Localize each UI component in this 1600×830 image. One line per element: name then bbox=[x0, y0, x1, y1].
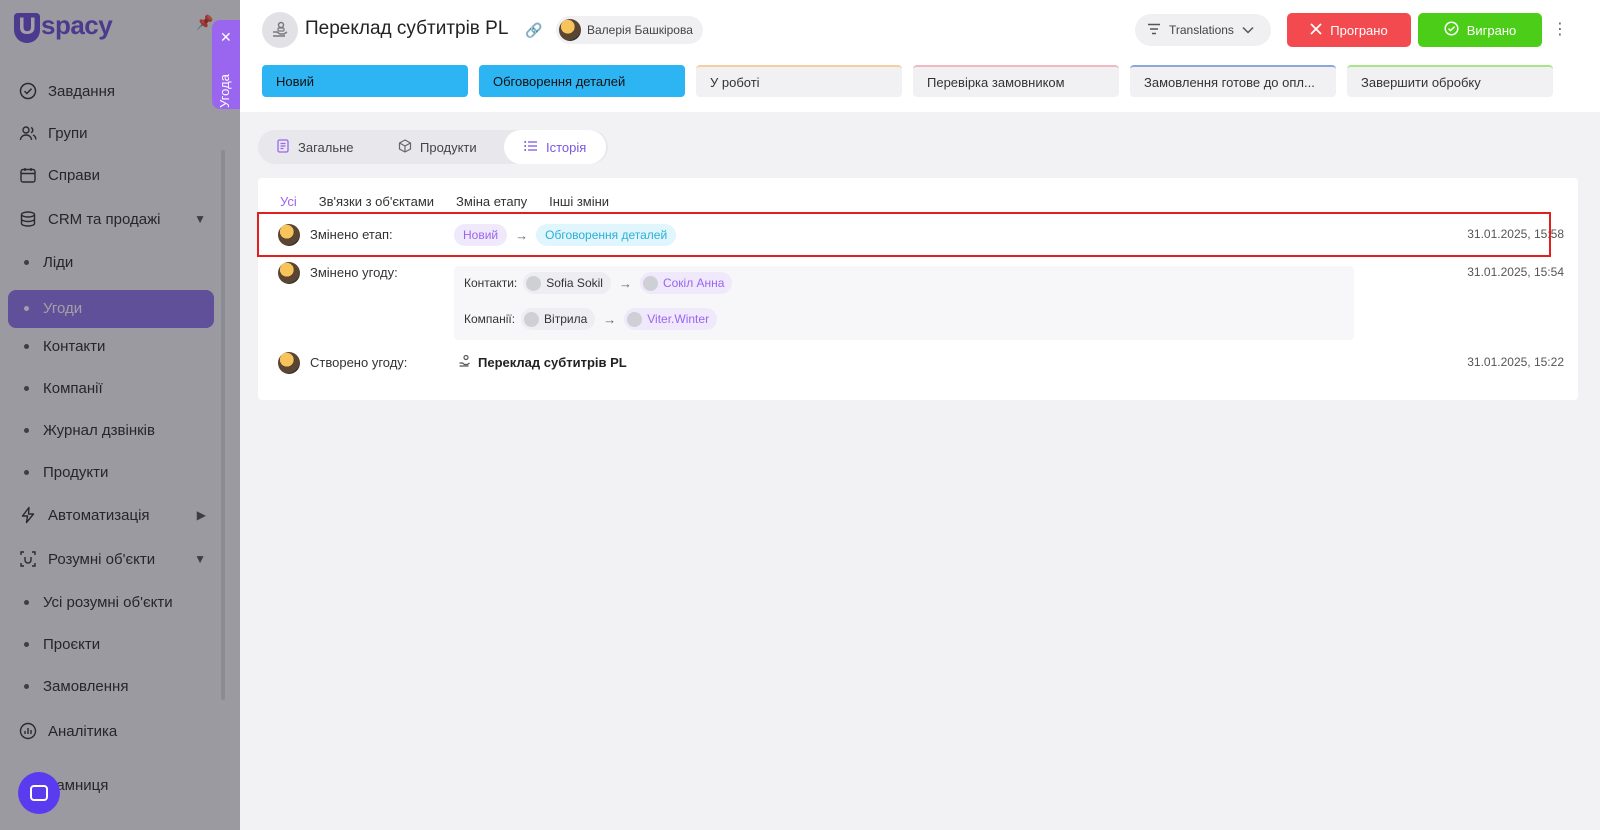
tab-products[interactable]: Продукти bbox=[398, 130, 477, 164]
close-icon bbox=[1310, 22, 1322, 38]
timestamp: 31.01.2025, 15:54 bbox=[1467, 265, 1564, 279]
deal-panel: Переклад субтитрів PL 🔗 Валерія Башкіров… bbox=[240, 0, 1600, 830]
contact-chip-to[interactable]: Сокіл Анна bbox=[639, 272, 733, 294]
user-icon bbox=[642, 275, 658, 291]
stage-client-review[interactable]: Перевірка замовником bbox=[913, 65, 1119, 97]
history-row-created: Створено угоду: Переклад субтитрів PL 31… bbox=[258, 352, 1578, 382]
chat-icon bbox=[30, 785, 48, 801]
deal-panel-tab[interactable]: ✕ Угода bbox=[212, 20, 240, 109]
timestamp: 31.01.2025, 15:22 bbox=[1467, 355, 1564, 369]
close-icon[interactable]: ✕ bbox=[220, 30, 232, 44]
company-chip-to[interactable]: Viter.Winter bbox=[624, 308, 718, 330]
highlight-box bbox=[257, 212, 1551, 257]
check-circle-icon bbox=[1444, 21, 1459, 39]
arrow-right-icon: → bbox=[603, 311, 617, 327]
company-chip-from[interactable]: Вітрила bbox=[521, 308, 596, 330]
deal-handshake-icon bbox=[458, 354, 472, 371]
stage-ready-for-payment[interactable]: Замовлення готове до опл... bbox=[1130, 65, 1336, 97]
history-filters: Усі Зв'язки з об'єктами Зміна етапу Інші… bbox=[280, 194, 609, 209]
owner-chip[interactable]: Валерія Башкірова bbox=[556, 16, 703, 44]
chevron-down-icon bbox=[1242, 23, 1254, 37]
tab-history[interactable]: Історія bbox=[504, 130, 607, 164]
modal-backdrop[interactable] bbox=[0, 0, 240, 830]
building-icon bbox=[524, 311, 540, 327]
stage-in-progress[interactable]: У роботі bbox=[696, 65, 902, 97]
created-deal-link[interactable]: Переклад субтитрів PL bbox=[458, 354, 627, 371]
support-chat-button[interactable] bbox=[18, 772, 60, 814]
arrow-right-icon: → bbox=[618, 275, 632, 291]
stage-discussion[interactable]: Обговорення деталей bbox=[479, 65, 685, 97]
avatar bbox=[559, 19, 581, 41]
won-button[interactable]: Виграно bbox=[1418, 13, 1542, 47]
stage-finish[interactable]: Завершити обробку bbox=[1347, 65, 1553, 97]
filter-stage-change[interactable]: Зміна етапу bbox=[456, 194, 527, 209]
pipeline-select[interactable]: Translations bbox=[1135, 14, 1271, 46]
avatar bbox=[278, 262, 300, 284]
user-icon bbox=[526, 275, 542, 291]
more-vertical-icon[interactable]: ⋮ bbox=[1552, 18, 1568, 42]
deal-tabs: Загальне Продукти Історія bbox=[258, 130, 608, 164]
contacts-change: Контакти: Sofia Sokil → Сокіл Анна bbox=[464, 272, 733, 294]
avatar bbox=[278, 352, 300, 374]
deal-header: Переклад субтитрів PL 🔗 Валерія Башкіров… bbox=[240, 0, 1600, 112]
filter-relations[interactable]: Зв'язки з об'єктами bbox=[319, 194, 434, 209]
companies-change: Компанії: Вітрила → Viter.Winter bbox=[464, 308, 718, 330]
filter-icon bbox=[1147, 23, 1161, 38]
stage-new[interactable]: Новий bbox=[262, 65, 468, 97]
building-icon bbox=[627, 311, 643, 327]
document-icon bbox=[276, 138, 290, 156]
lost-button[interactable]: Програно bbox=[1287, 13, 1411, 47]
tab-general[interactable]: Загальне bbox=[276, 130, 354, 164]
filter-other-changes[interactable]: Інші зміни bbox=[549, 194, 609, 209]
deal-handshake-icon bbox=[262, 12, 298, 48]
box-icon bbox=[398, 138, 412, 156]
list-icon bbox=[524, 140, 538, 155]
deal-change-details: Контакти: Sofia Sokil → Сокіл Анна Компа… bbox=[454, 266, 1354, 340]
link-icon[interactable]: 🔗 bbox=[525, 22, 542, 39]
page-title: Переклад субтитрів PL bbox=[305, 18, 509, 39]
filter-all[interactable]: Усі bbox=[280, 194, 297, 209]
contact-chip-from[interactable]: Sofia Sokil bbox=[523, 272, 611, 294]
